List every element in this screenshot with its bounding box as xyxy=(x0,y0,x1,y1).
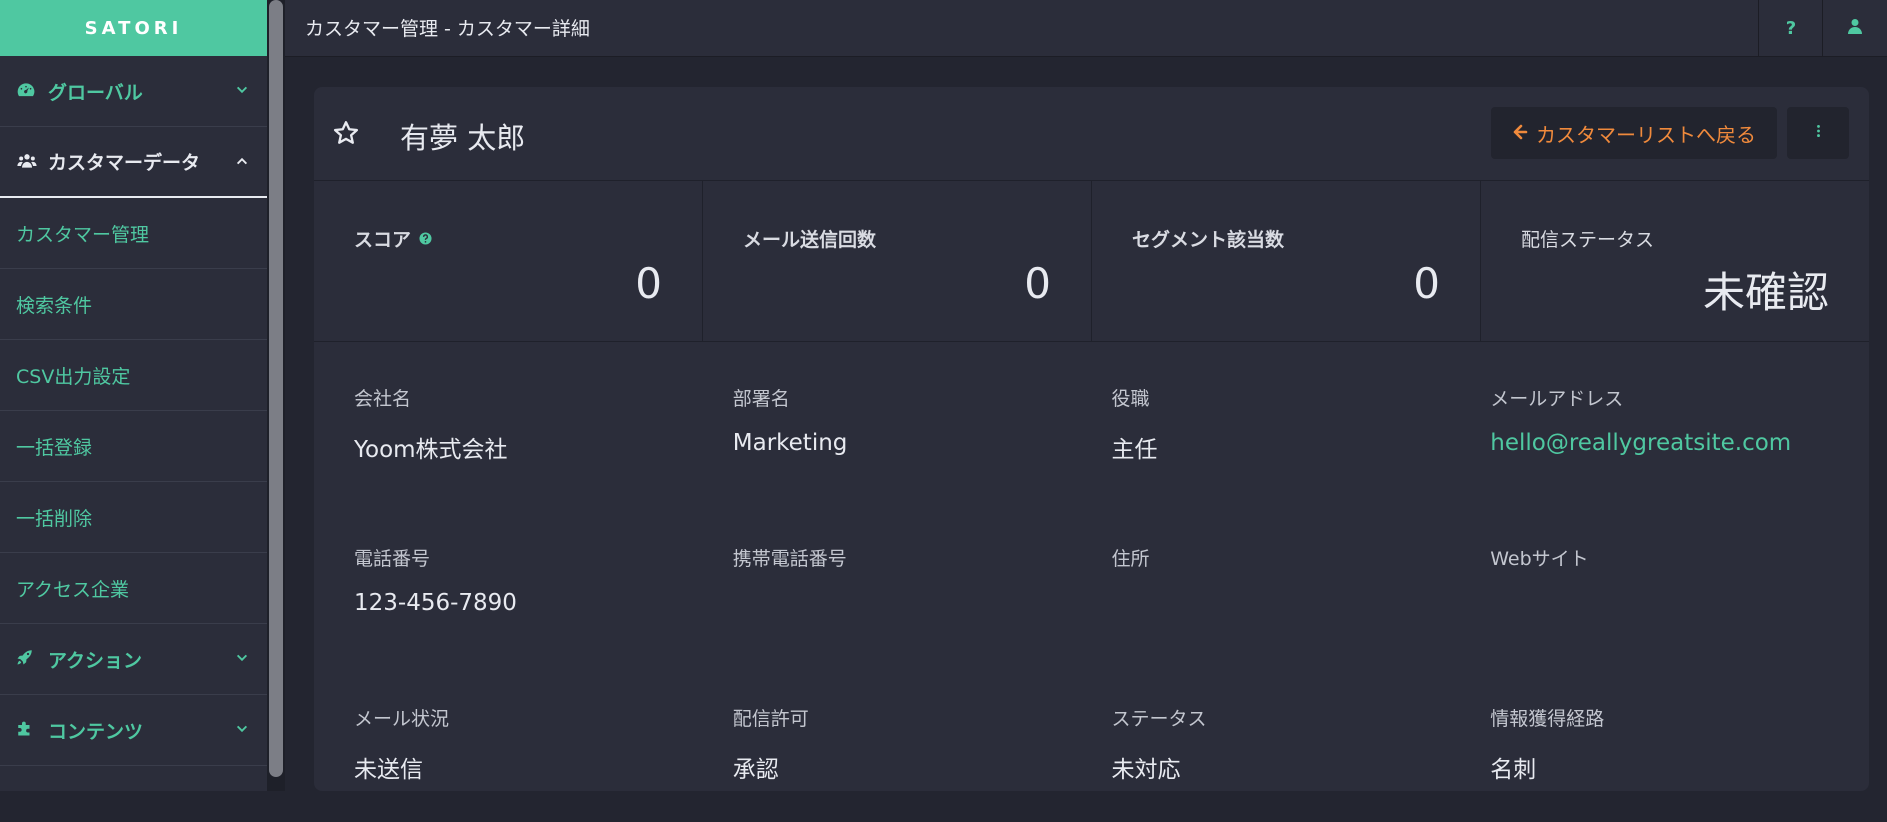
puzzle-icon xyxy=(16,719,38,741)
field-value: Yoom株式会社 xyxy=(354,437,508,463)
field-value: 未送信 xyxy=(354,757,423,783)
field-mobile-phone: 携帯電話番号 xyxy=(733,502,1112,662)
app-logo[interactable]: SATORI xyxy=(0,0,267,56)
user-menu-button[interactable] xyxy=(1822,0,1887,56)
sidebar-item-search-conditions[interactable]: 検索条件 xyxy=(0,269,267,340)
sidebar-group-label: グローバル xyxy=(48,81,143,104)
field-label: Webサイト xyxy=(1490,548,1589,570)
stat-label: セグメント該当数 xyxy=(1132,229,1285,251)
sidebar-item-customer-management[interactable]: カスタマー管理 xyxy=(0,198,267,269)
field-value: 名刺 xyxy=(1490,757,1537,783)
stats-row: スコア 0 メール送信回数 0 セグメント該当数 0 配信ステータス 未確認 xyxy=(314,181,1869,342)
stat-value: 0 xyxy=(635,259,662,308)
chevron-down-icon xyxy=(235,83,251,99)
sidebar-group-label: コンテンツ xyxy=(48,720,144,743)
field-acquisition-source: 情報獲得経路 名刺 xyxy=(1490,662,1869,822)
chevron-down-icon xyxy=(235,722,251,738)
field-label: メール状況 xyxy=(354,708,450,730)
field-position: 役職 主任 xyxy=(1112,342,1491,502)
topbar: カスタマー管理 - カスタマー詳細 ? xyxy=(285,0,1887,57)
field-value: 123-456-7890 xyxy=(354,590,517,616)
sidebar-item-access-companies[interactable]: アクセス企業 xyxy=(0,553,267,624)
sidebar-group-global[interactable]: グローバル xyxy=(0,56,267,127)
stat-value: 未確認 xyxy=(1702,268,1829,317)
field-label: 携帯電話番号 xyxy=(732,548,847,570)
sidebar-group-action[interactable]: アクション xyxy=(0,624,267,695)
customer-detail-card: 有夢 太郎 カスタマーリストへ戻る スコア 0 メール送信回数 0 セグメント該… xyxy=(314,87,1869,791)
sidebar-scrollbar[interactable] xyxy=(267,0,285,791)
field-value: 未対応 xyxy=(1111,757,1181,783)
stat-delivery-status: 配信ステータス 未確認 xyxy=(1481,181,1869,341)
stat-value: 0 xyxy=(1024,259,1051,308)
scrollbar-thumb[interactable] xyxy=(269,0,283,777)
stat-label-text: スコア xyxy=(354,229,412,251)
field-label: ステータス xyxy=(1111,708,1207,730)
question-circle-icon[interactable] xyxy=(419,232,432,245)
sidebar-item-bulk-delete[interactable]: 一括削除 xyxy=(0,482,267,553)
customer-fields: 会社名 Yoom株式会社 部署名 Marketing 役職 主任 メールアドレス… xyxy=(314,342,1869,822)
stat-score: スコア 0 xyxy=(314,181,703,341)
chevron-down-icon xyxy=(235,651,251,667)
field-label: 情報獲得経路 xyxy=(1490,708,1605,730)
email-link[interactable]: hello@reallygreatsite.com xyxy=(1490,430,1791,456)
stat-segment-count: セグメント該当数 0 xyxy=(1092,181,1481,341)
customer-name: 有夢 太郎 xyxy=(400,121,526,155)
field-label: 部署名 xyxy=(732,388,790,410)
field-department: 部署名 Marketing xyxy=(733,342,1112,502)
back-to-customer-list-button[interactable]: カスタマーリストへ戻る xyxy=(1491,107,1777,159)
star-icon[interactable] xyxy=(332,119,360,147)
field-company: 会社名 Yoom株式会社 xyxy=(354,342,733,502)
field-label: 住所 xyxy=(1111,548,1150,570)
card-header: 有夢 太郎 カスタマーリストへ戻る xyxy=(314,87,1869,181)
field-delivery-permission: 配信許可 承認 xyxy=(733,662,1112,822)
users-icon xyxy=(16,151,38,173)
stat-mail-sent-count: メール送信回数 0 xyxy=(703,181,1092,341)
stat-value: 0 xyxy=(1413,259,1440,308)
sidebar-group-label: カスタマーデータ xyxy=(48,152,201,174)
chevron-up-icon xyxy=(235,154,251,170)
sidebar: SATORI グローバル カスタマーデータ カスタマー管理 検索条件 CSV出力… xyxy=(0,0,267,791)
stat-label: 配信ステータス xyxy=(1521,229,1655,251)
sidebar-group-customer-data[interactable]: カスタマーデータ xyxy=(0,127,267,198)
more-vertical-icon xyxy=(1816,123,1821,143)
help-icon: ? xyxy=(1785,17,1797,39)
field-website: Webサイト xyxy=(1490,502,1869,662)
field-label: 会社名 xyxy=(354,388,412,410)
more-options-button[interactable] xyxy=(1787,107,1849,159)
stat-label: スコア xyxy=(354,225,432,252)
field-label: メールアドレス xyxy=(1490,388,1624,410)
field-value: 承認 xyxy=(732,757,779,783)
sidebar-item-bulk-register[interactable]: 一括登録 xyxy=(0,411,267,482)
dashboard-icon xyxy=(16,80,38,102)
rocket-icon xyxy=(16,648,38,670)
sidebar-group-contents[interactable]: コンテンツ xyxy=(0,695,267,766)
sidebar-item-csv-export[interactable]: CSV出力設定 xyxy=(0,340,267,411)
breadcrumb: カスタマー管理 - カスタマー詳細 xyxy=(305,18,590,40)
field-label: 役職 xyxy=(1111,388,1150,410)
back-button-label: カスタマーリストへ戻る xyxy=(1536,122,1756,147)
field-label: 配信許可 xyxy=(732,708,809,730)
field-mail-status: メール状況 未送信 xyxy=(354,662,733,822)
field-label: 電話番号 xyxy=(354,548,431,570)
field-value: 主任 xyxy=(1111,437,1158,463)
field-status: ステータス 未対応 xyxy=(1112,662,1491,822)
stat-label: メール送信回数 xyxy=(743,229,877,251)
field-phone: 電話番号 123-456-7890 xyxy=(354,502,733,662)
field-address: 住所 xyxy=(1112,502,1491,662)
arrow-left-icon xyxy=(1512,124,1530,142)
user-icon xyxy=(1847,17,1863,40)
field-value: Marketing xyxy=(732,430,848,456)
sidebar-group-label: アクション xyxy=(48,649,143,672)
help-button[interactable]: ? xyxy=(1758,0,1823,56)
field-email: メールアドレス hello@reallygreatsite.com xyxy=(1490,342,1869,502)
